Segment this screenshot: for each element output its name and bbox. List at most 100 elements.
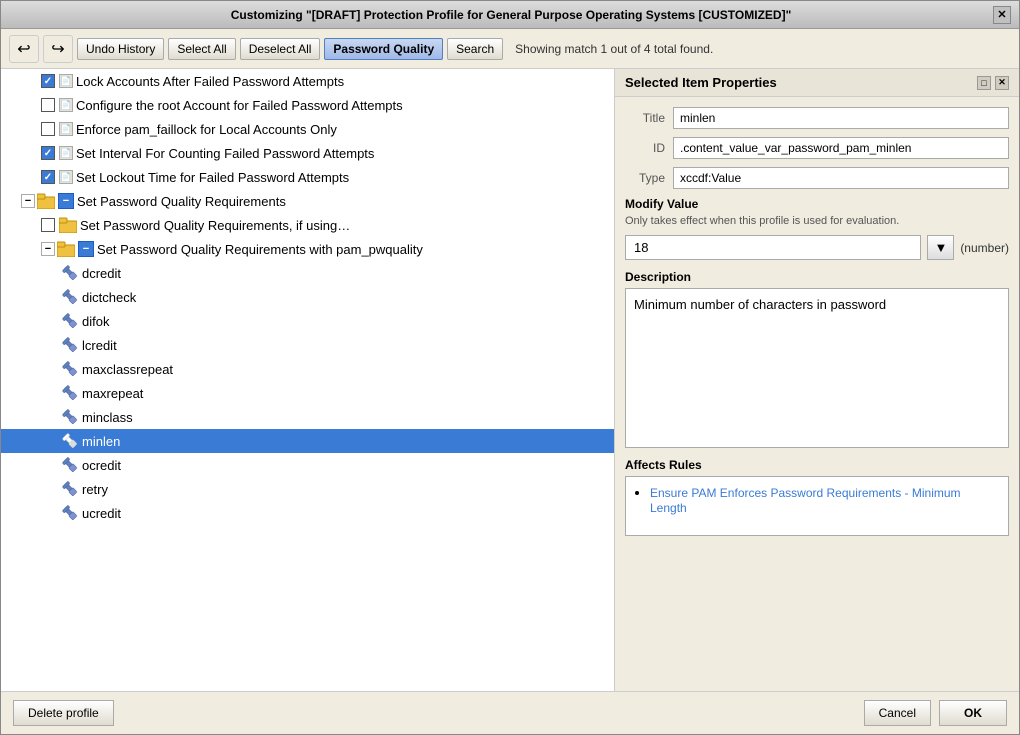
properties-title: Selected Item Properties [625,75,777,90]
tree-item-set-interval[interactable]: 📄 Set Interval For Counting Failed Passw… [1,141,614,165]
ok-button[interactable]: OK [939,700,1007,726]
tree-item-set-lockout[interactable]: 📄 Set Lockout Time for Failed Password A… [1,165,614,189]
type-field-label: Type [625,171,665,185]
label-difok: difok [82,314,109,329]
label-ucredit: ucredit [82,506,121,521]
tree-item-minclass[interactable]: minclass [1,405,614,429]
wrench-icon-lcredit [61,336,79,354]
tree-item-ocredit[interactable]: ocredit [1,453,614,477]
label-set-password-quality: Set Password Quality Requirements [77,194,286,209]
label-lock-accounts: Lock Accounts After Failed Password Atte… [76,74,344,89]
wrench-icon-maxclassrepeat [61,360,79,378]
folder-icon-set-password-quality-pam [57,241,75,257]
tree-item-dictcheck[interactable]: dictcheck [1,285,614,309]
checkbox-lock-accounts[interactable] [41,74,55,88]
tree-item-lcredit[interactable]: lcredit [1,333,614,357]
close-properties-button[interactable]: ✕ [995,76,1009,90]
title-field-row: Title [625,107,1009,129]
description-title: Description [625,270,1009,284]
properties-body: Title ID Type Modify Value Only takes ef… [615,97,1019,691]
toolbar: ↩ ↪ Undo History Select All Deselect All… [1,29,1019,69]
modify-value-title: Modify Value [625,197,1009,211]
tree-item-retry[interactable]: retry [1,477,614,501]
label-set-lockout: Set Lockout Time for Failed Password Att… [76,170,349,185]
undo-button[interactable]: ↩ [9,35,39,63]
tree-item-difok[interactable]: difok [1,309,614,333]
title-field-input[interactable] [673,107,1009,129]
properties-panel: Selected Item Properties □ ✕ Title ID [615,69,1019,691]
checkbox-configure-root[interactable] [41,98,55,112]
tree-item-maxclassrepeat[interactable]: maxclassrepeat [1,357,614,381]
properties-title-icons: □ ✕ [977,76,1009,90]
id-field-label: ID [625,141,665,155]
wrench-icon-minclass [61,408,79,426]
tree-item-enforce-pam[interactable]: 📄 Enforce pam_faillock for Local Account… [1,117,614,141]
wrench-icon-dcredit [61,264,79,282]
type-field-input[interactable] [673,167,1009,189]
properties-title-bar: Selected Item Properties □ ✕ [615,69,1019,97]
label-set-password-quality-if: Set Password Quality Requirements, if us… [80,218,350,233]
label-ocredit: ocredit [82,458,121,473]
minimize-properties-button[interactable]: □ [977,76,991,90]
label-maxclassrepeat: maxclassrepeat [82,362,173,377]
tree-item-set-password-quality-if[interactable]: Set Password Quality Requirements, if us… [1,213,614,237]
value-dropdown-button[interactable]: ▼ [927,235,954,260]
deselect-all-button[interactable]: Deselect All [240,38,321,60]
cancel-button[interactable]: Cancel [864,700,931,726]
doc-icon-set-lockout: 📄 [59,170,73,184]
label-dictcheck: dictcheck [82,290,136,305]
modify-value-section: Modify Value Only takes effect when this… [625,197,1009,260]
folder-icon-set-password-quality [37,193,55,209]
wrench-icon-ocredit [61,456,79,474]
tree-item-ucredit[interactable]: ucredit [1,501,614,525]
wrench-icon-minlen [61,432,79,450]
checkbox-set-lockout[interactable] [41,170,55,184]
tree-item-configure-root[interactable]: 📄 Configure the root Account for Failed … [1,93,614,117]
doc-icon-enforce-pam: 📄 [59,122,73,136]
label-lcredit: lcredit [82,338,117,353]
affects-rules-title: Affects Rules [625,458,1009,472]
affects-rules-section: Affects Rules Ensure PAM Enforces Passwo… [625,458,1009,536]
type-field-row: Type [625,167,1009,189]
tree-item-minlen[interactable]: minlen [1,429,614,453]
redo-button[interactable]: ↪ [43,35,73,63]
description-text: Minimum number of characters in password [634,297,886,312]
tree-item-lock-accounts[interactable]: 📄 Lock Accounts After Failed Password At… [1,69,614,93]
collapse-set-password-quality[interactable]: − [21,194,35,208]
value-input[interactable] [625,235,921,260]
close-button[interactable]: ✕ [993,6,1011,24]
tree-item-dcredit[interactable]: dcredit [1,261,614,285]
checkbox-set-password-quality-if[interactable] [41,218,55,232]
doc-icon-set-interval: 📄 [59,146,73,160]
label-dcredit: dcredit [82,266,121,281]
tree-item-set-password-quality[interactable]: − − Set Password Quality Requirements [1,189,614,213]
wrench-icon-retry [61,480,79,498]
label-configure-root: Configure the root Account for Failed Pa… [76,98,403,113]
checkbox-enforce-pam[interactable] [41,122,55,136]
tree-item-maxrepeat[interactable]: maxrepeat [1,381,614,405]
tree-panel: 📄 Lock Accounts After Failed Password At… [1,69,615,691]
doc-icon-lock-accounts: 📄 [59,74,73,88]
search-status: Showing match 1 out of 4 total found. [515,42,713,56]
label-set-password-quality-pam: Set Password Quality Requirements with p… [97,242,423,257]
doc-icon-configure-root: 📄 [59,98,73,112]
delete-profile-button[interactable]: Delete profile [13,700,114,726]
id-field-input[interactable] [673,137,1009,159]
search-button[interactable]: Search [447,38,503,60]
password-quality-button[interactable]: Password Quality [324,38,443,60]
description-section: Description Minimum number of characters… [625,270,1009,448]
affects-rule-link[interactable]: Ensure PAM Enforces Password Requirement… [650,486,961,515]
folder-icon-set-password-quality-if [59,217,77,233]
label-minclass: minclass [82,410,133,425]
tree-item-set-password-quality-pam[interactable]: − − Set Password Quality Requirements wi… [1,237,614,261]
dialog-buttons: Cancel OK [864,700,1007,726]
collapse-set-password-quality-pam[interactable]: − [41,242,55,256]
label-maxrepeat: maxrepeat [82,386,143,401]
wrench-icon-ucredit [61,504,79,522]
checkbox-set-interval[interactable] [41,146,55,160]
label-set-interval: Set Interval For Counting Failed Passwor… [76,146,374,161]
id-field-row: ID [625,137,1009,159]
label-minlen: minlen [82,434,120,449]
select-all-button[interactable]: Select All [168,38,235,60]
undo-history-button[interactable]: Undo History [77,38,164,60]
